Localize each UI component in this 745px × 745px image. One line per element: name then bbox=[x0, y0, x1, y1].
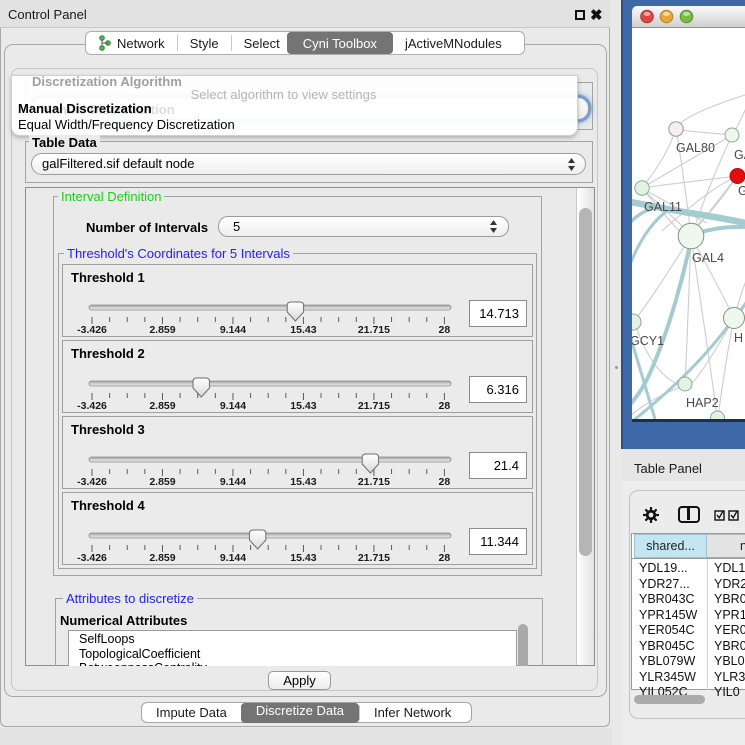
svg-text:9.144: 9.144 bbox=[220, 400, 246, 412]
svg-text:GAL11: GAL11 bbox=[644, 200, 682, 214]
svg-text:-3.426: -3.426 bbox=[77, 476, 107, 488]
svg-text:15.43: 15.43 bbox=[290, 400, 316, 412]
svg-text:28: 28 bbox=[439, 552, 451, 564]
svg-text:28: 28 bbox=[439, 324, 451, 336]
svg-text:-3.426: -3.426 bbox=[77, 552, 107, 564]
svg-text:28: 28 bbox=[439, 400, 451, 412]
svg-text:9.144: 9.144 bbox=[220, 552, 246, 564]
svg-text:15.43: 15.43 bbox=[290, 552, 316, 564]
svg-text:2.859: 2.859 bbox=[149, 552, 175, 564]
svg-text:2.859: 2.859 bbox=[149, 476, 175, 488]
svg-text:9.144: 9.144 bbox=[220, 476, 246, 488]
svg-text:15.43: 15.43 bbox=[290, 476, 316, 488]
svg-text:2.859: 2.859 bbox=[149, 400, 175, 412]
svg-text:GAL4: GAL4 bbox=[692, 251, 724, 265]
svg-text:21.715: 21.715 bbox=[358, 552, 390, 564]
svg-text:9.144: 9.144 bbox=[220, 324, 246, 336]
svg-text:21.715: 21.715 bbox=[358, 476, 390, 488]
svg-text:28: 28 bbox=[439, 476, 451, 488]
svg-text:HAP2: HAP2 bbox=[686, 396, 719, 410]
svg-text:-3.426: -3.426 bbox=[77, 400, 107, 412]
svg-text:G: G bbox=[738, 184, 745, 198]
svg-text:15.43: 15.43 bbox=[290, 324, 316, 336]
svg-text:2.859: 2.859 bbox=[149, 324, 175, 336]
svg-text:-3.426: -3.426 bbox=[77, 324, 107, 336]
svg-text:H: H bbox=[734, 331, 743, 345]
svg-text:21.715: 21.715 bbox=[358, 400, 390, 412]
svg-text:GAL80: GAL80 bbox=[676, 141, 715, 155]
svg-text:GA: GA bbox=[734, 148, 745, 162]
svg-text:21.715: 21.715 bbox=[358, 324, 390, 336]
svg-text:GCY1: GCY1 bbox=[632, 334, 664, 348]
